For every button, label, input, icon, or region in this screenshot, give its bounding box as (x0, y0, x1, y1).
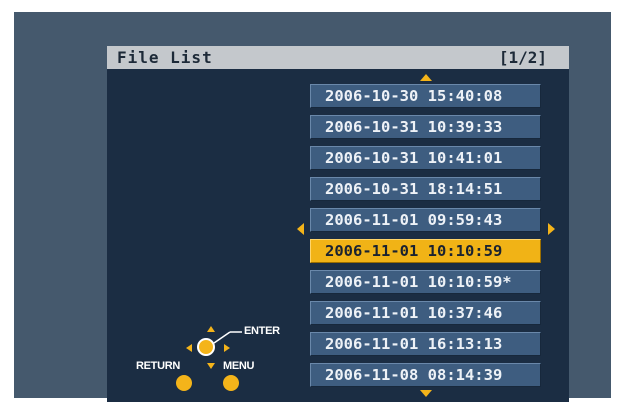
page-indicator: [1/2] (498, 48, 547, 67)
outer-frame: File List [1/2] 2006-10-30 15:40:08 2006… (14, 12, 611, 402)
file-item[interactable]: 2006-11-01 10:10:59 (310, 239, 541, 263)
file-item[interactable]: 2006-10-31 10:41:01 (310, 146, 541, 170)
file-item[interactable]: 2006-11-01 09:59:43 (310, 208, 541, 232)
menu-label: MENU (223, 360, 255, 372)
file-item[interactable]: 2006-11-01 10:37:46 (310, 301, 541, 325)
title-bar: File List [1/2] (107, 46, 569, 69)
enter-pointer-line (213, 331, 242, 344)
guide-down-arrow-icon (207, 363, 215, 369)
page-prev-icon[interactable] (297, 223, 304, 235)
scroll-down-icon[interactable] (420, 390, 432, 397)
file-item[interactable]: 2006-11-01 10:10:59* (310, 270, 541, 294)
file-item[interactable]: 2006-10-31 18:14:51 (310, 177, 541, 201)
page-title: File List (117, 48, 213, 67)
file-item[interactable]: 2006-10-30 15:40:08 (310, 84, 541, 108)
file-item[interactable]: 2006-10-31 10:39:33 (310, 115, 541, 139)
guide-right-arrow-icon (224, 344, 230, 352)
menu-button-icon (223, 375, 239, 391)
scroll-up-icon[interactable] (420, 74, 432, 81)
file-item[interactable]: 2006-11-08 08:14:39 (310, 363, 541, 387)
enter-label: ENTER (244, 325, 280, 337)
projector-screen: File List [1/2] 2006-10-30 15:40:08 2006… (107, 46, 569, 402)
return-button-icon (176, 375, 192, 391)
guide-left-arrow-icon (186, 344, 192, 352)
return-label: RETURN (136, 360, 181, 372)
page-next-icon[interactable] (548, 223, 555, 235)
file-item[interactable]: 2006-11-01 16:13:13 (310, 332, 541, 356)
